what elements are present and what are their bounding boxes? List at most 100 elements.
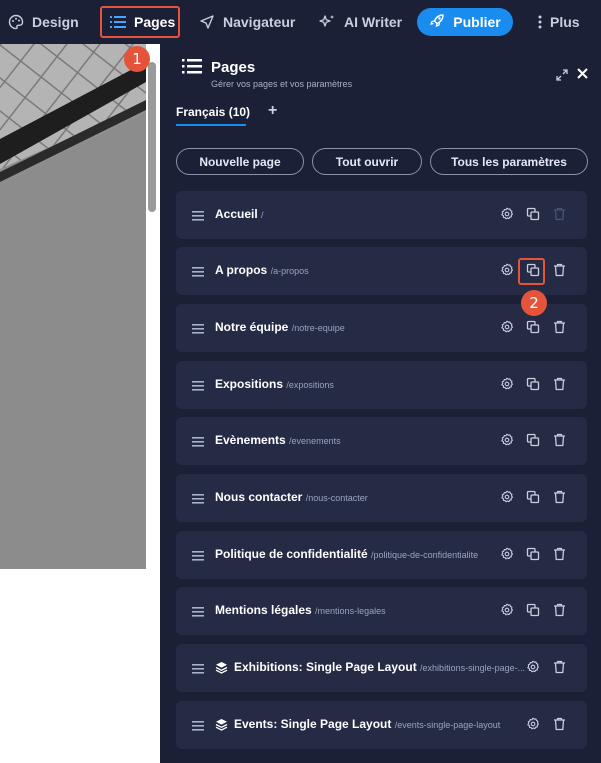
trash-icon[interactable] bbox=[553, 433, 566, 452]
page-title[interactable]: Events: Single Page Layout /events-singl… bbox=[234, 717, 500, 731]
pages-tab[interactable]: Pages bbox=[100, 6, 180, 38]
drag-handle-icon[interactable] bbox=[192, 661, 204, 679]
kebab-icon bbox=[538, 15, 542, 29]
page-slug: /notre-equipe bbox=[291, 323, 345, 333]
step-badge-2: 2 bbox=[521, 290, 547, 316]
page-title[interactable]: A propos /a-propos bbox=[215, 263, 309, 277]
page-row[interactable]: Accueil / bbox=[176, 191, 587, 239]
more-menu[interactable]: Plus bbox=[538, 0, 580, 44]
page-title[interactable]: Mentions légales /mentions-legales bbox=[215, 603, 386, 617]
design-label: Design bbox=[32, 14, 79, 30]
trash-icon[interactable] bbox=[553, 603, 566, 622]
page-title[interactable]: Expositions /expositions bbox=[215, 377, 334, 391]
page-name: Accueil bbox=[215, 207, 258, 221]
drag-handle-icon[interactable] bbox=[192, 378, 204, 396]
drag-handle-icon[interactable] bbox=[192, 264, 204, 282]
step-badge-1: 1 bbox=[124, 46, 150, 72]
drag-handle-icon[interactable] bbox=[192, 604, 204, 622]
layers-icon bbox=[215, 718, 228, 736]
page-title[interactable]: Nous contacter /nous-contacter bbox=[215, 490, 368, 504]
ai-writer-tab[interactable]: AI Writer bbox=[318, 0, 402, 44]
page-slug: /events-single-page-layout bbox=[394, 720, 501, 730]
duplicate-icon[interactable] bbox=[526, 547, 540, 566]
tab-language-french[interactable]: Français (10) bbox=[176, 105, 250, 119]
drag-handle-icon[interactable] bbox=[192, 208, 204, 226]
page-row[interactable]: Expositions /expositions bbox=[176, 361, 587, 409]
settings-gear-icon[interactable] bbox=[500, 320, 514, 339]
settings-gear-icon[interactable] bbox=[500, 490, 514, 509]
list-icon bbox=[182, 58, 202, 79]
drag-handle-icon[interactable] bbox=[192, 548, 204, 566]
trash-icon bbox=[553, 207, 566, 226]
navigator-tab[interactable]: Navigateur bbox=[199, 0, 295, 44]
duplicate-icon[interactable] bbox=[526, 377, 540, 396]
page-row[interactable]: Mentions légales /mentions-legales bbox=[176, 587, 587, 635]
settings-gear-icon[interactable] bbox=[500, 603, 514, 622]
trash-icon[interactable] bbox=[553, 320, 566, 339]
settings-gear-icon[interactable] bbox=[526, 717, 540, 736]
publish-button[interactable]: Publier bbox=[417, 8, 513, 36]
settings-gear-icon[interactable] bbox=[500, 433, 514, 452]
page-title[interactable]: Exhibitions: Single Page Layout /exhibit… bbox=[234, 660, 525, 674]
list-icon bbox=[110, 15, 126, 29]
close-icon[interactable] bbox=[576, 67, 589, 85]
top-toolbar: Design Pages Navigateur AI Writer Publie… bbox=[0, 0, 601, 44]
active-tab-indicator bbox=[176, 124, 246, 126]
drag-handle-icon[interactable] bbox=[192, 321, 204, 339]
open-all-button[interactable]: Tout ouvrir bbox=[312, 148, 422, 175]
drag-handle-icon[interactable] bbox=[192, 434, 204, 452]
add-language-button[interactable]: + bbox=[268, 102, 277, 120]
page-preview-canvas[interactable] bbox=[0, 44, 160, 763]
duplicate-icon[interactable] bbox=[526, 207, 540, 226]
trash-icon[interactable] bbox=[553, 717, 566, 736]
duplicate-icon[interactable] bbox=[526, 320, 540, 339]
trash-icon[interactable] bbox=[553, 660, 566, 679]
trash-icon[interactable] bbox=[553, 547, 566, 566]
trash-icon[interactable] bbox=[553, 377, 566, 396]
page-row[interactable]: Nous contacter /nous-contacter bbox=[176, 474, 587, 522]
new-page-button[interactable]: Nouvelle page bbox=[176, 148, 304, 175]
drag-handle-icon[interactable] bbox=[192, 491, 204, 509]
drag-handle-icon[interactable] bbox=[192, 718, 204, 736]
page-title[interactable]: Evènements /evenements bbox=[215, 433, 341, 447]
settings-gear-icon[interactable] bbox=[500, 547, 514, 566]
duplicate-icon[interactable] bbox=[526, 603, 540, 622]
page-title[interactable]: Notre équipe /notre-equipe bbox=[215, 320, 345, 334]
settings-gear-icon[interactable] bbox=[500, 263, 514, 282]
page-row[interactable]: Politique de confidentialité /politique-… bbox=[176, 531, 587, 579]
page-name: Exhibitions: Single Page Layout bbox=[234, 660, 417, 674]
page-name: Mentions légales bbox=[215, 603, 312, 617]
sparkles-icon bbox=[318, 14, 336, 30]
page-slug: / bbox=[261, 210, 264, 220]
page-slug: /exhibitions-single-page-... bbox=[420, 663, 526, 673]
page-name: Politique de confidentialité bbox=[215, 547, 368, 561]
ai-writer-label: AI Writer bbox=[344, 14, 403, 30]
page-row[interactable]: Exhibitions: Single Page Layout /exhibit… bbox=[176, 644, 587, 692]
duplicate-highlight bbox=[518, 258, 545, 285]
navigator-label: Navigateur bbox=[223, 14, 296, 30]
settings-gear-icon[interactable] bbox=[500, 377, 514, 396]
navigation-arrow-icon bbox=[199, 14, 215, 30]
palette-icon bbox=[8, 14, 24, 30]
page-row[interactable]: Events: Single Page Layout /events-singl… bbox=[176, 701, 587, 749]
duplicate-icon[interactable] bbox=[526, 490, 540, 509]
expand-icon[interactable] bbox=[556, 68, 568, 86]
preview-image bbox=[0, 44, 146, 569]
page-name: Notre équipe bbox=[215, 320, 289, 334]
page-slug: /nous-contacter bbox=[305, 493, 368, 503]
all-settings-button[interactable]: Tous les paramètres bbox=[430, 148, 588, 175]
trash-icon[interactable] bbox=[553, 490, 566, 509]
canvas-scrollbar[interactable] bbox=[148, 62, 156, 212]
more-label: Plus bbox=[550, 14, 580, 30]
page-row[interactable]: A propos /a-propos bbox=[176, 247, 587, 295]
page-title[interactable]: Politique de confidentialité /politique-… bbox=[215, 547, 478, 561]
page-title[interactable]: Accueil / bbox=[215, 207, 264, 221]
duplicate-icon[interactable] bbox=[526, 433, 540, 452]
trash-icon[interactable] bbox=[553, 263, 566, 282]
page-row[interactable]: Evènements /evenements bbox=[176, 417, 587, 465]
design-tab[interactable]: Design bbox=[8, 0, 79, 44]
page-name: A propos bbox=[215, 263, 268, 277]
settings-gear-icon[interactable] bbox=[500, 207, 514, 226]
page-slug: /expositions bbox=[286, 380, 334, 390]
settings-gear-icon[interactable] bbox=[526, 660, 540, 679]
